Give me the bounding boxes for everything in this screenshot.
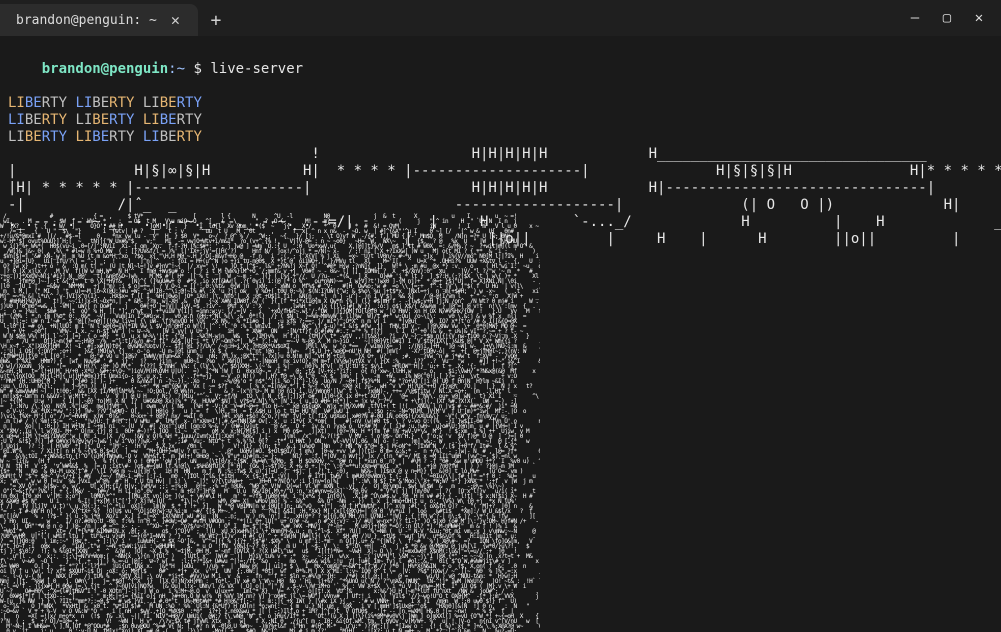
titlebar: brandon@penguin: ~ ✕ + — ▢ ✕ xyxy=(0,0,1001,36)
terminal-tab[interactable]: brandon@penguin: ~ ✕ xyxy=(0,4,198,36)
ascii-line: ! H|H|H|H|H H___________________________… xyxy=(8,146,993,163)
terminal-viewport[interactable]: brandon@penguin:~ $ live-server LIBERTY … xyxy=(0,36,1001,632)
liberty-line: LIBERTY LIBERTY LIBERTY xyxy=(8,129,993,146)
prompt-line: brandon@penguin:~ $ live-server xyxy=(8,44,993,95)
new-tab-button[interactable]: + xyxy=(198,4,234,36)
prompt-path: ~ xyxy=(177,61,185,77)
titlebar-spacer xyxy=(234,0,907,36)
liberty-line: LIBERTY LIBERTY LIBERTY xyxy=(8,95,993,112)
tab-title: brandon@penguin: ~ xyxy=(16,13,157,28)
prompt-command: live-server xyxy=(210,61,303,77)
prompt-user-host: brandon@penguin xyxy=(42,61,168,77)
ascii-line: |H| * * * * * |--------------------| H|H… xyxy=(8,180,993,197)
liberty-line: LIBERTY LIBERTY LIBERTY xyxy=(8,112,993,129)
minimize-button[interactable]: — xyxy=(907,11,923,25)
noise-output: / # { = , $ tV* [ l { N ^U -l N0 j & t X… xyxy=(0,214,540,632)
prompt-sigil-char: $ xyxy=(193,61,201,77)
liberty-lines: LIBERTY LIBERTY LIBERTYLIBERTY LIBERTY L… xyxy=(8,95,993,146)
noise-output-region: / # { = , $ tV* [ l { N ^U -l N0 j & t X… xyxy=(0,208,540,632)
ascii-line: | H|§|∞|§|H H| * * * * |----------------… xyxy=(8,163,993,180)
window-controls: — ▢ ✕ xyxy=(907,0,1001,36)
close-window-button[interactable]: ✕ xyxy=(971,11,987,25)
close-tab-icon[interactable]: ✕ xyxy=(167,11,184,30)
prompt-separator: : xyxy=(168,61,176,77)
maximize-button[interactable]: ▢ xyxy=(939,11,955,25)
